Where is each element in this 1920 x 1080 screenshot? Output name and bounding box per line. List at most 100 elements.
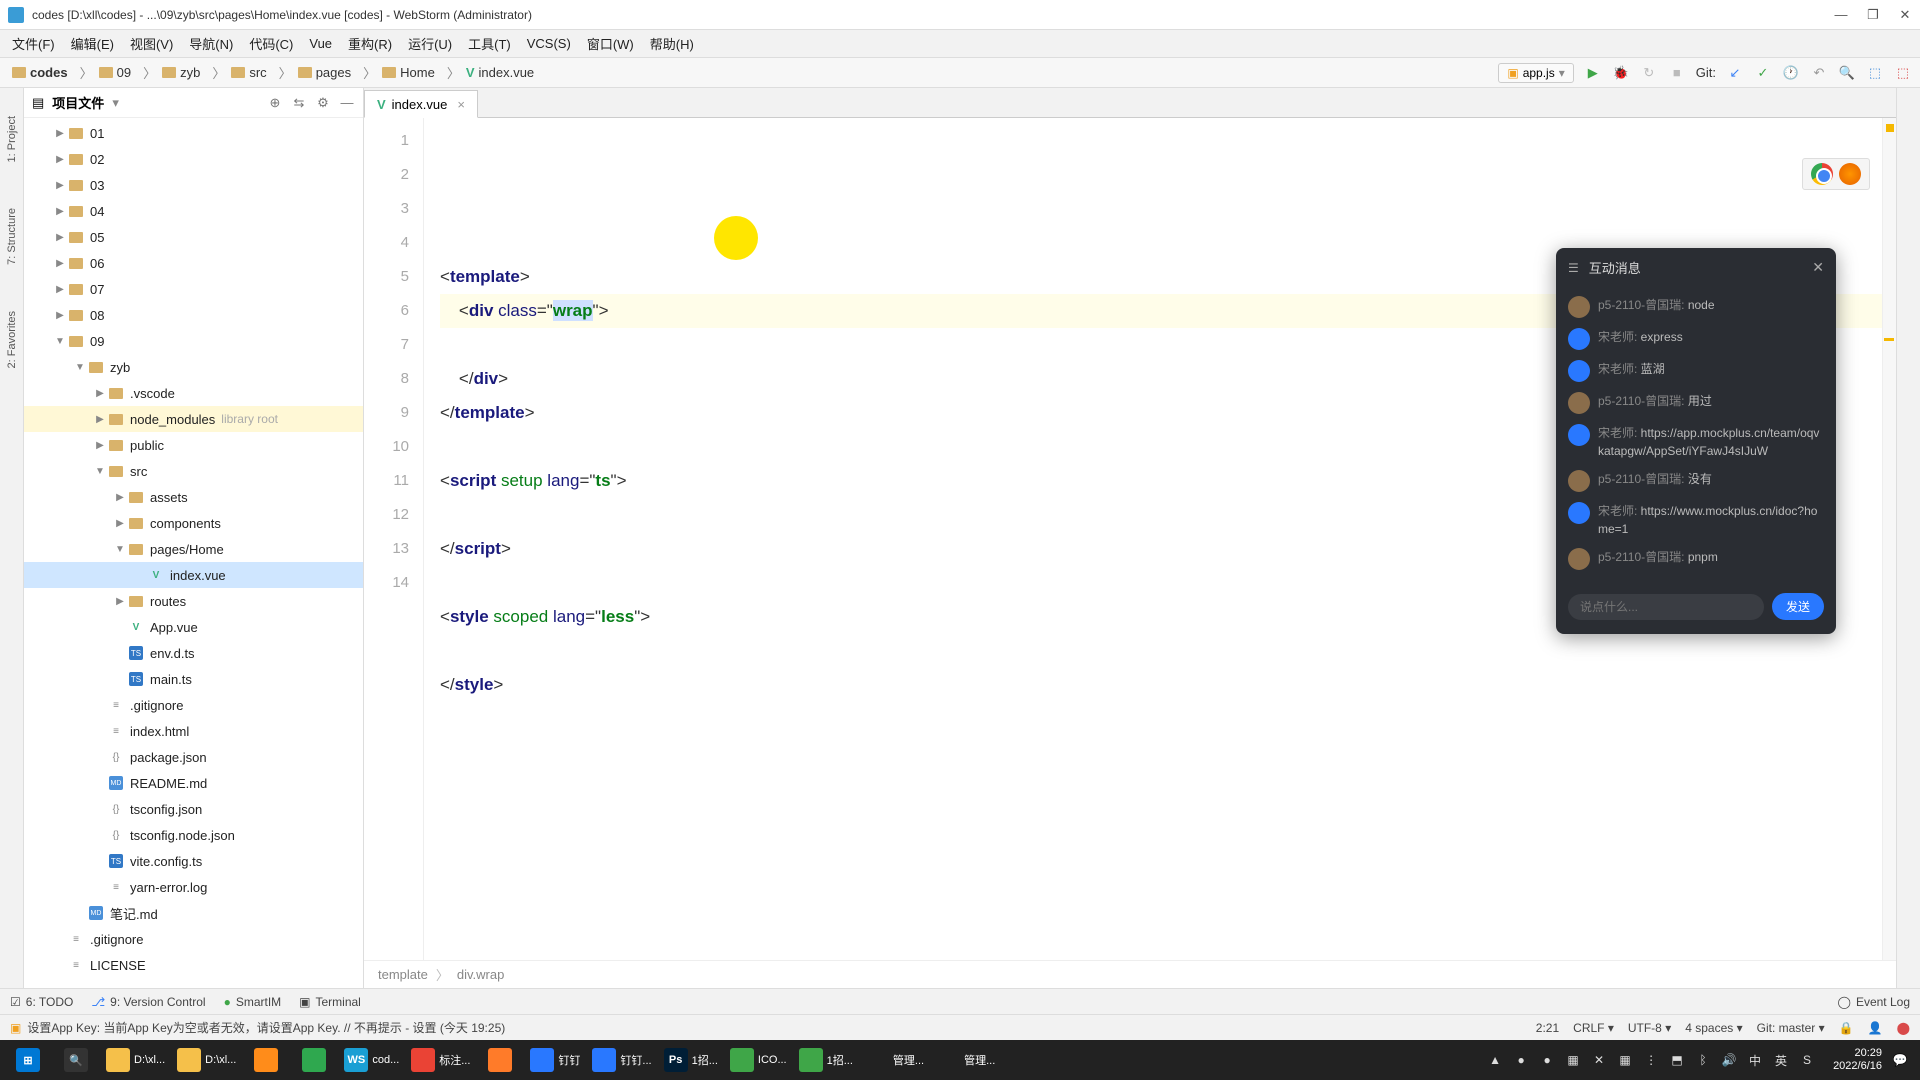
ide-notification-icon[interactable]: ⬚ <box>1894 64 1912 82</box>
todo-tool[interactable]: ☑6: TODO <box>10 995 73 1009</box>
tray-icon[interactable]: 英 <box>1773 1052 1789 1068</box>
taskbar-app[interactable]: ICO... <box>724 1040 793 1080</box>
tree-file[interactable]: ≡.gitignore <box>24 926 363 952</box>
system-clock[interactable]: 20:29 2022/6/16 <box>1833 1047 1882 1073</box>
tree-folder[interactable]: ▶08 <box>24 302 363 328</box>
tray-icon[interactable]: S <box>1799 1052 1815 1068</box>
tree-folder[interactable]: ▶05 <box>24 224 363 250</box>
tree-file[interactable]: TSenv.d.ts <box>24 640 363 666</box>
chat-menu-icon[interactable]: ☰ <box>1568 261 1579 275</box>
taskbar-app[interactable]: D:\xl... <box>100 1040 171 1080</box>
project-tree[interactable]: ▶01▶02▶03▶04▶05▶06▶07▶08▼09▼zyb▶.vscode▶… <box>24 118 363 988</box>
maximize-button[interactable]: ❐ <box>1866 8 1880 22</box>
tree-folder[interactable]: ▶02 <box>24 146 363 172</box>
tray-icon[interactable]: 🔊 <box>1721 1052 1737 1068</box>
taskbar-app[interactable] <box>242 1040 290 1080</box>
error-icon[interactable]: ⬤ <box>1897 1021 1910 1035</box>
firefox-icon[interactable] <box>1839 163 1861 185</box>
menu-item[interactable]: 重构(R) <box>340 34 400 53</box>
menu-item[interactable]: 导航(N) <box>181 34 241 53</box>
breadcrumb-item[interactable]: 〉09 <box>74 61 135 84</box>
tree-folder[interactable]: ▶.vscode <box>24 380 363 406</box>
breadcrumb-item[interactable]: codes <box>8 63 72 82</box>
breadcrumb-item[interactable]: 〉src <box>206 61 270 84</box>
terminal-tool[interactable]: ▣Terminal <box>299 995 361 1009</box>
tool-structure[interactable]: 7: Structure <box>4 200 20 273</box>
tree-file[interactable]: ≡yarn-error.log <box>24 874 363 900</box>
tree-folder[interactable]: ▶03 <box>24 172 363 198</box>
taskbar-app[interactable]: 1招... <box>793 1040 859 1080</box>
stop-button[interactable]: ■ <box>1668 64 1686 82</box>
taskbar-app[interactable] <box>476 1040 524 1080</box>
tray-icon[interactable]: 中 <box>1747 1052 1763 1068</box>
tray-icon[interactable]: ⬒ <box>1669 1052 1685 1068</box>
tray-icon[interactable]: ● <box>1539 1052 1555 1068</box>
breadcrumb-item[interactable]: 〉Vindex.vue <box>441 61 538 84</box>
settings-icon[interactable]: ⚙ <box>315 95 331 111</box>
git-rollback-icon[interactable]: ↶ <box>1810 64 1828 82</box>
tree-folder[interactable]: ▼src <box>24 458 363 484</box>
breadcrumb-item[interactable]: 〉pages <box>273 61 355 84</box>
tree-folder[interactable]: ▶routes <box>24 588 363 614</box>
warning-marker[interactable] <box>1884 338 1894 341</box>
taskbar-app[interactable] <box>290 1040 338 1080</box>
locate-icon[interactable]: ⊕ <box>267 95 283 111</box>
tray-icon[interactable]: ✕ <box>1591 1052 1607 1068</box>
taskbar-app[interactable]: ⊞ <box>4 1040 52 1080</box>
chat-send-button[interactable]: 发送 <box>1772 593 1824 620</box>
menu-item[interactable]: 编辑(E) <box>63 34 122 53</box>
tree-folder[interactable]: ▶01 <box>24 120 363 146</box>
tree-file[interactable]: {}tsconfig.json <box>24 796 363 822</box>
breadcrumb-item[interactable]: 〉zyb <box>137 61 204 84</box>
tree-folder[interactable]: ▶04 <box>24 198 363 224</box>
taskbar-app[interactable]: 钉钉... <box>586 1040 657 1080</box>
tree-file[interactable]: {}package.json <box>24 744 363 770</box>
close-button[interactable]: ✕ <box>1898 8 1912 22</box>
menu-item[interactable]: 窗口(W) <box>579 34 642 53</box>
tree-folder[interactable]: ▼09 <box>24 328 363 354</box>
menu-item[interactable]: 代码(C) <box>241 34 301 53</box>
tray-icon[interactable]: ⋮ <box>1643 1052 1659 1068</box>
ide-settings-icon[interactable]: ⬚ <box>1866 64 1884 82</box>
minimize-button[interactable]: — <box>1834 8 1848 22</box>
tray-icon[interactable]: ▦ <box>1565 1052 1581 1068</box>
eventlog-tool[interactable]: ◯Event Log <box>1838 995 1910 1009</box>
chat-close-icon[interactable]: ✕ <box>1812 259 1824 276</box>
element-path-item[interactable]: template <box>378 967 428 982</box>
collapse-icon[interactable]: ⇆ <box>291 95 307 111</box>
tree-file[interactable]: MD笔记.md <box>24 900 363 926</box>
inspect-icon[interactable]: 👤 <box>1868 1021 1883 1035</box>
close-tab-icon[interactable]: × <box>457 97 465 112</box>
taskbar-app[interactable]: D:\xl... <box>171 1040 242 1080</box>
encoding[interactable]: UTF-8 ▾ <box>1628 1021 1671 1035</box>
taskbar-app[interactable]: 🔍 <box>52 1040 100 1080</box>
tree-file[interactable]: ≡LICENSE <box>24 952 363 978</box>
tray-icon[interactable]: ᛒ <box>1695 1052 1711 1068</box>
menu-item[interactable]: VCS(S) <box>519 36 579 51</box>
tree-folder[interactable]: ▼pages/Home <box>24 536 363 562</box>
git-history-icon[interactable]: 🕐 <box>1782 64 1800 82</box>
tree-folder[interactable]: ▶06 <box>24 250 363 276</box>
tray-icon[interactable]: ▦ <box>1617 1052 1633 1068</box>
readonly-icon[interactable]: 🔒 <box>1839 1021 1854 1035</box>
tree-folder[interactable]: ▶public <box>24 432 363 458</box>
taskbar-app[interactable]: WScod... <box>338 1040 405 1080</box>
tree-folder[interactable]: ▶node_moduleslibrary root <box>24 406 363 432</box>
tree-folder[interactable]: ▼zyb <box>24 354 363 380</box>
git-update-icon[interactable]: ↙ <box>1726 64 1744 82</box>
tree-folder[interactable]: ▶07 <box>24 276 363 302</box>
menu-item[interactable]: 运行(U) <box>400 34 460 53</box>
tab-index-vue[interactable]: V index.vue × <box>364 90 478 118</box>
chrome-icon[interactable] <box>1811 163 1833 185</box>
menu-item[interactable]: 工具(T) <box>460 34 519 53</box>
run-config-selector[interactable]: ▣app.js▾ <box>1498 63 1573 83</box>
tree-folder[interactable]: ▶assets <box>24 484 363 510</box>
debug-button[interactable]: 🐞 <box>1612 64 1630 82</box>
run-button[interactable]: ▶ <box>1584 64 1602 82</box>
taskbar-app[interactable]: 钉钉 <box>524 1040 586 1080</box>
notification-icon[interactable]: 💬 <box>1892 1052 1908 1068</box>
tree-file[interactable]: Vindex.vue <box>24 562 363 588</box>
menu-item[interactable]: 文件(F) <box>4 34 63 53</box>
tree-file[interactable]: MDREADME.md <box>24 770 363 796</box>
git-commit-icon[interactable]: ✓ <box>1754 64 1772 82</box>
